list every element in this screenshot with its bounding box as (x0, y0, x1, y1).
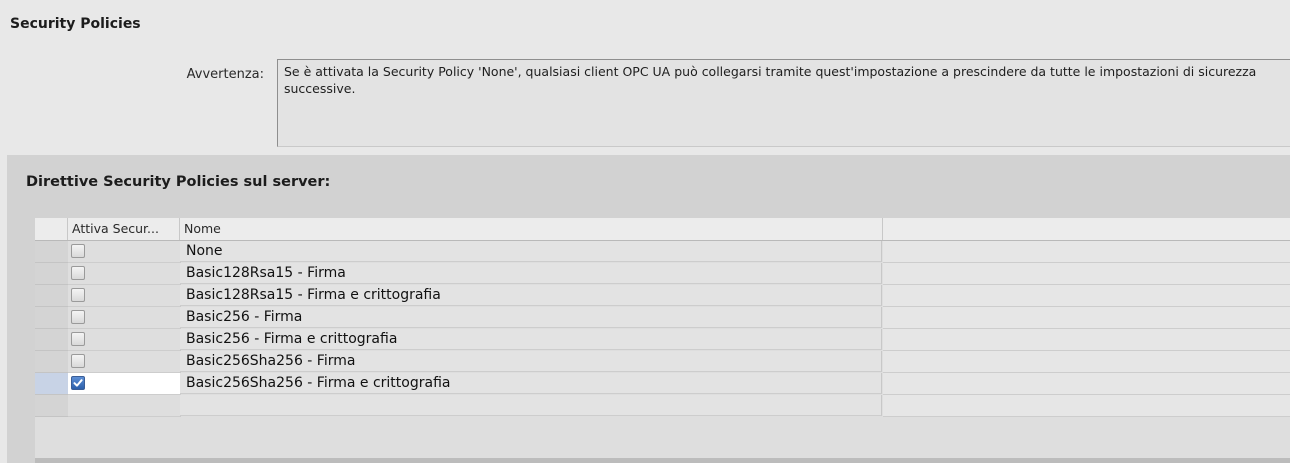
table-row[interactable]: None (35, 241, 1290, 263)
empty-cell (883, 329, 1290, 351)
policy-name-cell: Basic256 - Firma e crittografia (180, 329, 882, 350)
row-index-cell[interactable] (35, 351, 68, 373)
checkbox-unchecked-icon[interactable] (71, 332, 85, 346)
empty-cell (883, 263, 1290, 285)
header-name-column[interactable]: Nome (180, 218, 883, 240)
row-index-cell[interactable] (35, 373, 68, 395)
row-index-cell[interactable] (35, 241, 68, 263)
table-row[interactable]: Basic256Sha256 - Firma e crittografia (35, 373, 1290, 395)
checkbox-unchecked-icon[interactable] (71, 288, 85, 302)
active-cell[interactable] (68, 285, 181, 307)
table-row-empty[interactable] (35, 395, 1290, 417)
empty-cell (883, 285, 1290, 307)
server-policies-title: Direttive Security Policies sul server: (26, 174, 331, 190)
checkbox-unchecked-icon[interactable] (71, 244, 85, 258)
active-cell[interactable] (68, 395, 181, 417)
active-cell[interactable] (68, 373, 181, 395)
header-active-column[interactable]: Attiva Secur... (68, 218, 180, 240)
empty-cell (883, 241, 1290, 263)
active-cell[interactable] (68, 307, 181, 329)
policy-name-cell: Basic128Rsa15 - Firma (180, 263, 882, 284)
empty-cell (883, 307, 1290, 329)
row-index-cell[interactable] (35, 329, 68, 351)
table-row[interactable]: Basic256 - Firma (35, 307, 1290, 329)
table-row[interactable]: Basic256 - Firma e crittografia (35, 329, 1290, 351)
row-index-cell[interactable] (35, 395, 68, 417)
empty-cell (883, 395, 1290, 417)
checkbox-unchecked-icon[interactable] (71, 266, 85, 280)
table-row[interactable]: Basic128Rsa15 - Firma e crittografia (35, 285, 1290, 307)
warning-text-box: Se è attivata la Security Policy 'None',… (277, 59, 1290, 147)
policy-name-cell: Basic256 - Firma (180, 307, 882, 328)
policy-name-cell: None (180, 241, 882, 262)
security-policies-panel: Security Policies Avvertenza: Se è attiv… (0, 0, 1290, 155)
table-row[interactable]: Basic128Rsa15 - Firma (35, 263, 1290, 285)
active-cell[interactable] (68, 263, 181, 285)
row-index-cell[interactable] (35, 285, 68, 307)
section-title: Security Policies (10, 16, 141, 32)
table-header: Attiva Secur... Nome (35, 218, 1290, 241)
checkbox-unchecked-icon[interactable] (71, 354, 85, 368)
row-index-cell[interactable] (35, 307, 68, 329)
empty-cell (883, 351, 1290, 373)
active-cell[interactable] (68, 329, 181, 351)
header-index-cell (35, 218, 68, 240)
policy-name-cell: Basic256Sha256 - Firma (180, 351, 882, 372)
checkbox-checked-icon[interactable] (71, 376, 85, 390)
policy-name-cell: Basic256Sha256 - Firma e crittografia (180, 373, 882, 394)
policy-name-cell[interactable] (180, 395, 882, 416)
header-empty-column (883, 218, 1290, 240)
policy-name-cell: Basic128Rsa15 - Firma e crittografia (180, 285, 882, 306)
checkbox-unchecked-icon[interactable] (71, 310, 85, 324)
security-policies-table: Attiva Secur... Nome None Basic128Rsa15 -… (35, 218, 1290, 458)
active-cell[interactable] (68, 241, 181, 263)
active-cell[interactable] (68, 351, 181, 373)
row-index-cell[interactable] (35, 263, 68, 285)
warning-label: Avvertenza: (186, 67, 264, 82)
table-row[interactable]: Basic256Sha256 - Firma (35, 351, 1290, 373)
table-bottom-border (35, 458, 1290, 463)
empty-cell (883, 373, 1290, 395)
